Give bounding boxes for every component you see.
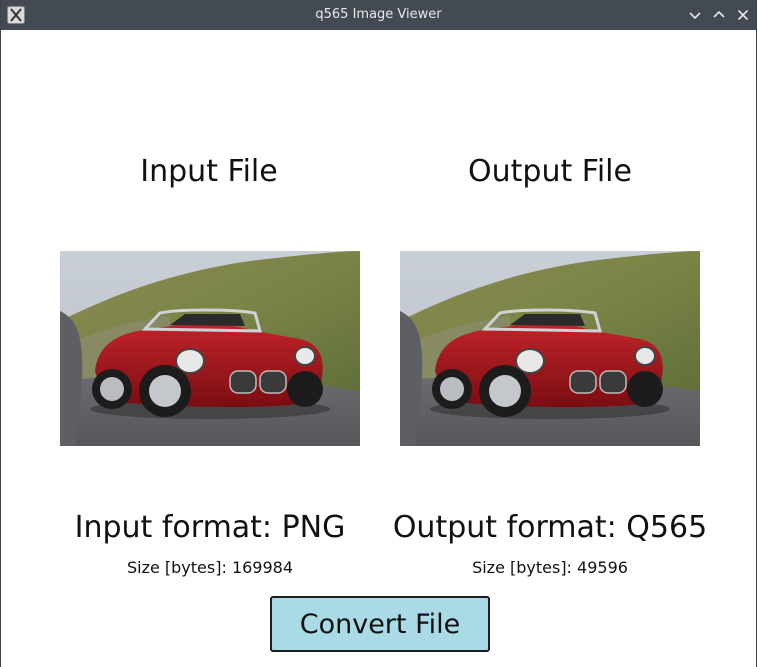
output-image-preview: [400, 251, 700, 446]
output-file-heading: Output File: [468, 154, 632, 189]
chevron-down-icon[interactable]: [687, 7, 703, 23]
close-icon[interactable]: [735, 7, 751, 23]
app-window: q565 Image Viewer Input File Output File: [0, 0, 757, 667]
input-image-preview: [60, 251, 360, 446]
convert-file-button[interactable]: Convert File: [270, 596, 490, 652]
titlebar[interactable]: q565 Image Viewer: [1, 0, 756, 30]
output-format-label: Output format: Q565: [392, 510, 708, 545]
input-size-label: Size [bytes]: 169984: [126, 558, 294, 577]
input-file-heading: Input File: [140, 154, 278, 189]
chevron-up-icon[interactable]: [711, 7, 727, 23]
input-format-label: Input format: PNG: [74, 510, 346, 545]
output-size-label: Size [bytes]: 49596: [472, 558, 628, 577]
window-title: q565 Image Viewer: [315, 7, 442, 22]
